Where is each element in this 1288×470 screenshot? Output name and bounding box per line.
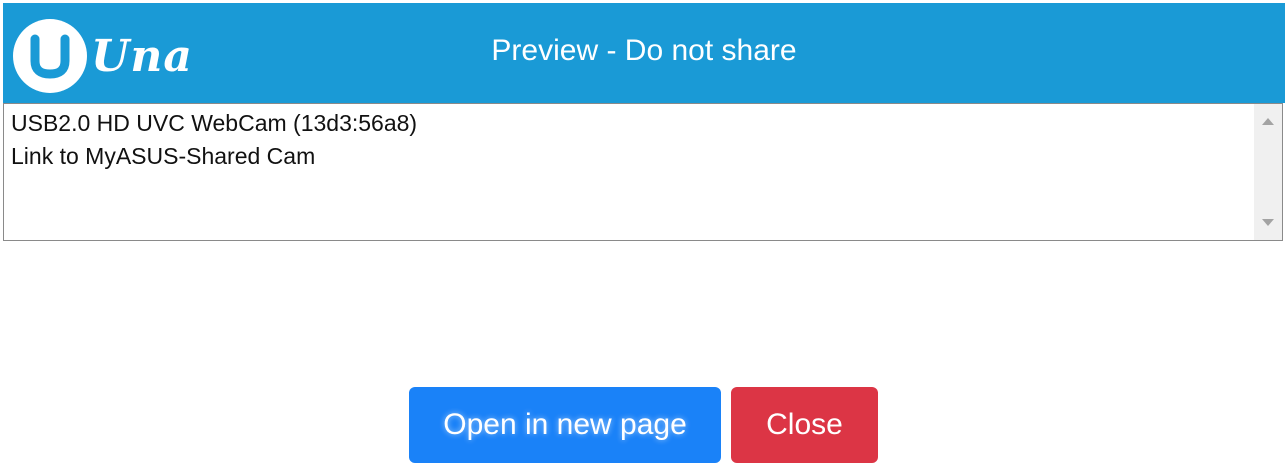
close-button[interactable]: Close [731, 387, 878, 463]
list-item[interactable]: Link to MyASUS-Shared Cam [11, 143, 315, 170]
header-bar: Una Preview - Do not share [3, 3, 1285, 103]
scroll-up-arrow-icon[interactable] [1262, 118, 1274, 125]
list-item[interactable]: USB2.0 HD UVC WebCam (13d3:56a8) [11, 110, 417, 137]
vertical-scrollbar[interactable] [1254, 104, 1282, 240]
open-in-new-page-button[interactable]: Open in new page [409, 387, 721, 463]
page-title: Preview - Do not share [491, 34, 797, 67]
scroll-down-arrow-icon[interactable] [1262, 219, 1274, 226]
device-listbox[interactable]: USB2.0 HD UVC WebCam (13d3:56a8) Link to… [3, 103, 1283, 241]
